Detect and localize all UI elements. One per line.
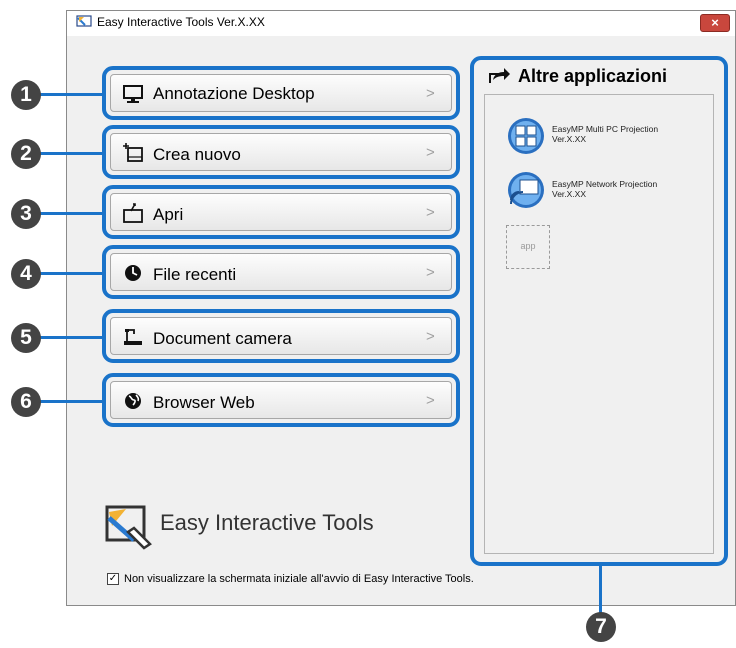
callout-number-6: 6 bbox=[11, 387, 41, 417]
multi-pc-projection-icon bbox=[508, 118, 544, 154]
open-folder-icon bbox=[123, 203, 143, 223]
callout-leader-7 bbox=[599, 566, 602, 614]
globe-icon bbox=[125, 393, 141, 409]
callout-number-3: 3 bbox=[11, 199, 41, 229]
callout-leader-5 bbox=[40, 336, 102, 339]
share-icon bbox=[489, 68, 510, 83]
multi-pc-projection-version: Ver.X.XX bbox=[552, 134, 587, 144]
close-button[interactable]: × bbox=[700, 14, 730, 32]
chevron-right-icon: > bbox=[426, 392, 435, 409]
app-logo-icon bbox=[76, 15, 92, 27]
file-recenti-label: File recenti bbox=[153, 265, 237, 284]
callout-number-1: 1 bbox=[11, 80, 41, 110]
apri-label: Apri bbox=[153, 205, 184, 224]
app-placeholder[interactable]: app bbox=[506, 225, 550, 269]
callout-number-5: 5 bbox=[11, 323, 41, 353]
callout-leader-1 bbox=[40, 93, 102, 96]
document-camera-label: Document camera bbox=[153, 329, 292, 348]
easy-interactive-tools-logo-text: Easy Interactive Tools bbox=[160, 510, 374, 535]
callout-leader-4 bbox=[40, 272, 102, 275]
network-projection-version: Ver.X.XX bbox=[552, 189, 587, 199]
altre-applicazioni-title: Altre applicazioni bbox=[518, 66, 668, 86]
chevron-right-icon: > bbox=[426, 85, 435, 102]
easy-interactive-tools-logo-icon bbox=[105, 505, 152, 550]
callout-leader-3 bbox=[40, 212, 102, 215]
other-apps-list bbox=[484, 94, 714, 554]
chevron-right-icon: > bbox=[426, 264, 435, 281]
network-projection-icon bbox=[508, 172, 544, 208]
crea-nuovo-label: Crea nuovo bbox=[153, 145, 241, 164]
callout-number-7: 7 bbox=[586, 612, 616, 642]
callout-leader-2 bbox=[40, 152, 102, 155]
monitor-icon bbox=[123, 85, 143, 103]
callout-leader-6 bbox=[40, 400, 102, 403]
annotazione-desktop-label: Annotazione Desktop bbox=[153, 84, 315, 103]
chevron-right-icon: > bbox=[426, 144, 435, 161]
clock-icon bbox=[125, 265, 141, 281]
browser-web-label: Browser Web bbox=[153, 393, 255, 412]
window-title: Easy Interactive Tools Ver.X.XX bbox=[97, 15, 265, 29]
chevron-right-icon: > bbox=[426, 204, 435, 221]
network-projection-name: EasyMP Network Projection bbox=[552, 179, 658, 189]
document-camera-icon bbox=[124, 329, 142, 345]
multi-pc-projection-name: EasyMP Multi PC Projection bbox=[552, 124, 659, 134]
startup-checkbox[interactable]: ✓ bbox=[107, 573, 119, 585]
chevron-right-icon: > bbox=[426, 328, 435, 345]
startup-checkbox-label: Non visualizzare la schermata iniziale a… bbox=[124, 573, 474, 585]
new-page-icon bbox=[123, 143, 143, 162]
callout-number-2: 2 bbox=[11, 139, 41, 169]
callout-number-4: 4 bbox=[11, 259, 41, 289]
